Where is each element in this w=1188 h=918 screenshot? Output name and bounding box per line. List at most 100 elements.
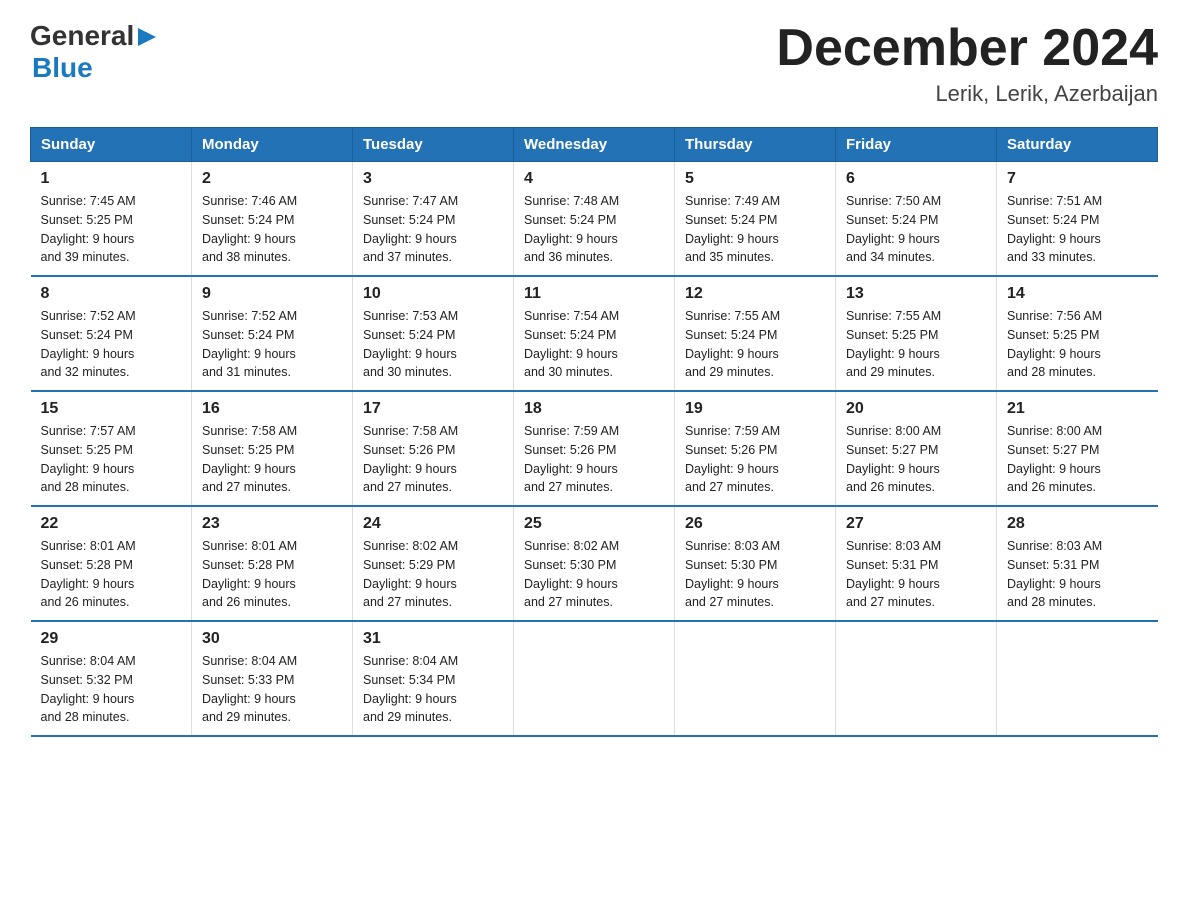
day-info: Sunrise: 7:46 AM Sunset: 5:24 PM Dayligh… — [202, 192, 342, 267]
day-cell: 7 Sunrise: 7:51 AM Sunset: 5:24 PM Dayli… — [997, 162, 1158, 277]
day-cell: 2 Sunrise: 7:46 AM Sunset: 5:24 PM Dayli… — [192, 162, 353, 277]
day-info: Sunrise: 8:04 AM Sunset: 5:32 PM Dayligh… — [41, 652, 182, 727]
day-number: 28 — [1007, 515, 1148, 533]
day-number: 21 — [1007, 400, 1148, 418]
day-info: Sunrise: 7:55 AM Sunset: 5:25 PM Dayligh… — [846, 307, 986, 382]
day-number: 15 — [41, 400, 182, 418]
day-number: 27 — [846, 515, 986, 533]
logo: General Blue — [30, 20, 158, 84]
day-info: Sunrise: 7:50 AM Sunset: 5:24 PM Dayligh… — [846, 192, 986, 267]
day-cell — [514, 621, 675, 736]
calendar-header-row: SundayMondayTuesdayWednesdayThursdayFrid… — [31, 128, 1158, 162]
day-info: Sunrise: 7:58 AM Sunset: 5:25 PM Dayligh… — [202, 422, 342, 497]
day-cell: 4 Sunrise: 7:48 AM Sunset: 5:24 PM Dayli… — [514, 162, 675, 277]
day-info: Sunrise: 7:57 AM Sunset: 5:25 PM Dayligh… — [41, 422, 182, 497]
day-info: Sunrise: 7:55 AM Sunset: 5:24 PM Dayligh… — [685, 307, 825, 382]
day-number: 12 — [685, 285, 825, 303]
day-cell: 20 Sunrise: 8:00 AM Sunset: 5:27 PM Dayl… — [836, 391, 997, 506]
day-cell — [997, 621, 1158, 736]
day-cell: 24 Sunrise: 8:02 AM Sunset: 5:29 PM Dayl… — [353, 506, 514, 621]
day-info: Sunrise: 7:59 AM Sunset: 5:26 PM Dayligh… — [685, 422, 825, 497]
day-header-friday: Friday — [836, 128, 997, 162]
day-header-sunday: Sunday — [31, 128, 192, 162]
day-number: 6 — [846, 170, 986, 188]
day-info: Sunrise: 8:00 AM Sunset: 5:27 PM Dayligh… — [846, 422, 986, 497]
day-number: 10 — [363, 285, 503, 303]
day-number: 7 — [1007, 170, 1148, 188]
day-info: Sunrise: 7:52 AM Sunset: 5:24 PM Dayligh… — [202, 307, 342, 382]
day-number: 23 — [202, 515, 342, 533]
day-info: Sunrise: 7:54 AM Sunset: 5:24 PM Dayligh… — [524, 307, 664, 382]
day-number: 30 — [202, 630, 342, 648]
day-number: 4 — [524, 170, 664, 188]
week-row-2: 8 Sunrise: 7:52 AM Sunset: 5:24 PM Dayli… — [31, 276, 1158, 391]
day-info: Sunrise: 7:52 AM Sunset: 5:24 PM Dayligh… — [41, 307, 182, 382]
day-info: Sunrise: 7:56 AM Sunset: 5:25 PM Dayligh… — [1007, 307, 1148, 382]
day-cell: 19 Sunrise: 7:59 AM Sunset: 5:26 PM Dayl… — [675, 391, 836, 506]
day-header-wednesday: Wednesday — [514, 128, 675, 162]
day-info: Sunrise: 7:58 AM Sunset: 5:26 PM Dayligh… — [363, 422, 503, 497]
day-cell: 16 Sunrise: 7:58 AM Sunset: 5:25 PM Dayl… — [192, 391, 353, 506]
day-header-saturday: Saturday — [997, 128, 1158, 162]
day-cell: 12 Sunrise: 7:55 AM Sunset: 5:24 PM Dayl… — [675, 276, 836, 391]
location-subtitle: Lerik, Lerik, Azerbaijan — [776, 81, 1158, 107]
day-cell: 27 Sunrise: 8:03 AM Sunset: 5:31 PM Dayl… — [836, 506, 997, 621]
day-number: 8 — [41, 285, 182, 303]
month-title: December 2024 — [776, 20, 1158, 77]
day-info: Sunrise: 7:51 AM Sunset: 5:24 PM Dayligh… — [1007, 192, 1148, 267]
day-info: Sunrise: 7:49 AM Sunset: 5:24 PM Dayligh… — [685, 192, 825, 267]
day-cell: 22 Sunrise: 8:01 AM Sunset: 5:28 PM Dayl… — [31, 506, 192, 621]
day-cell: 30 Sunrise: 8:04 AM Sunset: 5:33 PM Dayl… — [192, 621, 353, 736]
day-cell — [836, 621, 997, 736]
day-cell: 1 Sunrise: 7:45 AM Sunset: 5:25 PM Dayli… — [31, 162, 192, 277]
day-number: 9 — [202, 285, 342, 303]
day-cell — [675, 621, 836, 736]
day-info: Sunrise: 8:03 AM Sunset: 5:31 PM Dayligh… — [1007, 537, 1148, 612]
day-info: Sunrise: 8:03 AM Sunset: 5:31 PM Dayligh… — [846, 537, 986, 612]
week-row-1: 1 Sunrise: 7:45 AM Sunset: 5:25 PM Dayli… — [31, 162, 1158, 277]
day-number: 20 — [846, 400, 986, 418]
day-info: Sunrise: 8:02 AM Sunset: 5:29 PM Dayligh… — [363, 537, 503, 612]
day-info: Sunrise: 7:48 AM Sunset: 5:24 PM Dayligh… — [524, 192, 664, 267]
day-cell: 5 Sunrise: 7:49 AM Sunset: 5:24 PM Dayli… — [675, 162, 836, 277]
day-info: Sunrise: 8:04 AM Sunset: 5:34 PM Dayligh… — [363, 652, 503, 727]
day-number: 19 — [685, 400, 825, 418]
day-cell: 25 Sunrise: 8:02 AM Sunset: 5:30 PM Dayl… — [514, 506, 675, 621]
day-info: Sunrise: 7:47 AM Sunset: 5:24 PM Dayligh… — [363, 192, 503, 267]
day-cell: 17 Sunrise: 7:58 AM Sunset: 5:26 PM Dayl… — [353, 391, 514, 506]
day-info: Sunrise: 8:00 AM Sunset: 5:27 PM Dayligh… — [1007, 422, 1148, 497]
day-number: 1 — [41, 170, 182, 188]
day-info: Sunrise: 7:53 AM Sunset: 5:24 PM Dayligh… — [363, 307, 503, 382]
day-number: 24 — [363, 515, 503, 533]
day-cell: 10 Sunrise: 7:53 AM Sunset: 5:24 PM Dayl… — [353, 276, 514, 391]
day-number: 22 — [41, 515, 182, 533]
day-cell: 29 Sunrise: 8:04 AM Sunset: 5:32 PM Dayl… — [31, 621, 192, 736]
day-cell: 21 Sunrise: 8:00 AM Sunset: 5:27 PM Dayl… — [997, 391, 1158, 506]
day-number: 29 — [41, 630, 182, 648]
day-info: Sunrise: 8:01 AM Sunset: 5:28 PM Dayligh… — [41, 537, 182, 612]
day-info: Sunrise: 7:45 AM Sunset: 5:25 PM Dayligh… — [41, 192, 182, 267]
title-block: December 2024 Lerik, Lerik, Azerbaijan — [776, 20, 1158, 107]
day-cell: 31 Sunrise: 8:04 AM Sunset: 5:34 PM Dayl… — [353, 621, 514, 736]
day-cell: 18 Sunrise: 7:59 AM Sunset: 5:26 PM Dayl… — [514, 391, 675, 506]
week-row-5: 29 Sunrise: 8:04 AM Sunset: 5:32 PM Dayl… — [31, 621, 1158, 736]
logo-general-text: General — [30, 20, 134, 52]
day-number: 3 — [363, 170, 503, 188]
day-number: 2 — [202, 170, 342, 188]
page-header: General Blue December 2024 Lerik, Lerik,… — [30, 20, 1158, 107]
calendar-table: SundayMondayTuesdayWednesdayThursdayFrid… — [30, 127, 1158, 737]
day-number: 25 — [524, 515, 664, 533]
week-row-3: 15 Sunrise: 7:57 AM Sunset: 5:25 PM Dayl… — [31, 391, 1158, 506]
week-row-4: 22 Sunrise: 8:01 AM Sunset: 5:28 PM Dayl… — [31, 506, 1158, 621]
day-cell: 28 Sunrise: 8:03 AM Sunset: 5:31 PM Dayl… — [997, 506, 1158, 621]
day-cell: 26 Sunrise: 8:03 AM Sunset: 5:30 PM Dayl… — [675, 506, 836, 621]
day-header-monday: Monday — [192, 128, 353, 162]
day-number: 14 — [1007, 285, 1148, 303]
day-info: Sunrise: 8:04 AM Sunset: 5:33 PM Dayligh… — [202, 652, 342, 727]
day-cell: 11 Sunrise: 7:54 AM Sunset: 5:24 PM Dayl… — [514, 276, 675, 391]
day-cell: 6 Sunrise: 7:50 AM Sunset: 5:24 PM Dayli… — [836, 162, 997, 277]
day-info: Sunrise: 7:59 AM Sunset: 5:26 PM Dayligh… — [524, 422, 664, 497]
day-header-thursday: Thursday — [675, 128, 836, 162]
day-number: 26 — [685, 515, 825, 533]
logo-arrow-icon — [136, 26, 158, 48]
